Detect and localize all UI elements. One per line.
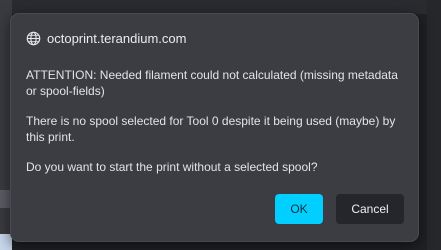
- dialog-message-warning: ATTENTION: Needed filament could not cal…: [26, 68, 398, 98]
- dialog-buttons: OK Cancel: [275, 194, 404, 224]
- dialog-message-spool: There is no spool selected for Tool 0 de…: [26, 114, 396, 144]
- dialog-message-question: Do you want to start the print without a…: [26, 160, 318, 174]
- dialog-origin-text: octoprint.terandium.com: [47, 31, 187, 46]
- cancel-button[interactable]: Cancel: [336, 194, 404, 224]
- globe-icon: [26, 31, 41, 46]
- confirm-dialog: octoprint.terandium.com ATTENTION: Neede…: [10, 13, 419, 242]
- background-page-edge: [427, 0, 441, 250]
- background-page-header: [0, 0, 441, 14]
- dialog-message: ATTENTION: Needed filament could not cal…: [26, 67, 411, 189]
- ok-button[interactable]: OK: [275, 194, 323, 224]
- dialog-origin: octoprint.terandium.com: [26, 31, 186, 46]
